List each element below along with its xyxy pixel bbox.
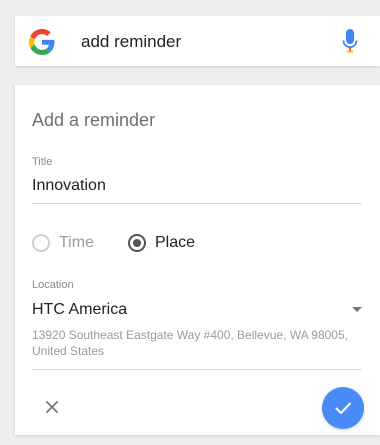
close-icon[interactable] — [42, 397, 62, 417]
google-logo-icon — [29, 29, 55, 55]
microphone-icon[interactable] — [342, 29, 358, 55]
location-field[interactable]: HTC America — [32, 301, 127, 319]
title-field-underline — [32, 203, 362, 204]
search-bar[interactable]: add reminder — [15, 16, 380, 66]
time-radio-label: Time — [59, 234, 94, 251]
add-reminder-card: Add a reminder Title Innovation Time Pla… — [15, 85, 380, 435]
title-field-label: Title — [32, 156, 53, 168]
location-field-label: Location — [32, 279, 74, 291]
place-radio-button[interactable] — [128, 234, 146, 252]
search-query-text[interactable]: add reminder — [81, 32, 181, 52]
card-heading: Add a reminder — [32, 110, 156, 130]
time-radio-button[interactable] — [32, 234, 50, 252]
check-icon — [335, 402, 351, 414]
confirm-button[interactable] — [322, 387, 364, 429]
time-radio-option[interactable]: Time — [32, 231, 94, 255]
place-radio-option[interactable]: Place — [128, 231, 195, 255]
location-field-underline — [32, 369, 362, 370]
title-field[interactable]: Innovation — [32, 177, 106, 195]
location-address: 13920 Southeast Eastgate Way #400, Belle… — [32, 328, 348, 358]
place-radio-label: Place — [155, 234, 196, 251]
dropdown-arrow-icon[interactable] — [352, 307, 362, 312]
